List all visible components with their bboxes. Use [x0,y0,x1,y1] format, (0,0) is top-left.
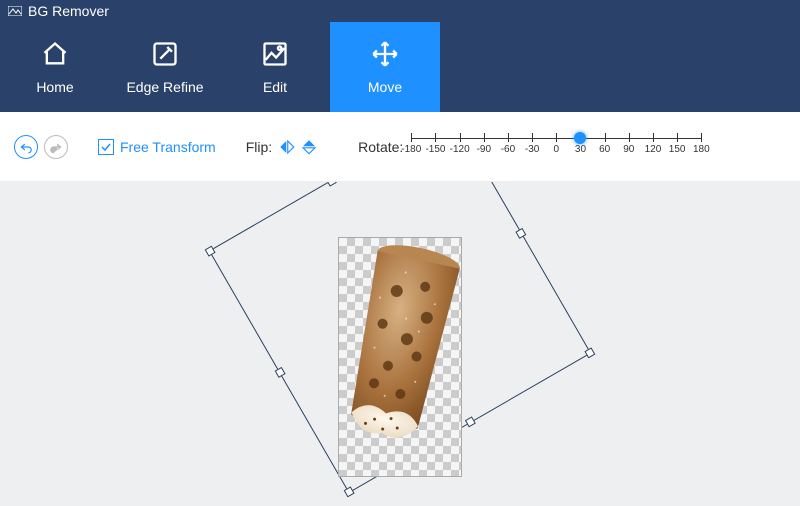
resize-handle-se[interactable] [584,347,595,358]
rotate-tick-label: 120 [645,144,662,155]
rotate-tick-label: -120 [450,144,470,155]
free-transform-checkbox[interactable]: Free Transform [98,139,216,155]
rotate-slider[interactable]: -180-150-120-90-60-300306090120150180 [411,132,701,162]
rotate-tick-label: 180 [693,144,710,155]
resize-handle-s[interactable] [465,416,476,427]
move-icon [370,39,400,69]
free-transform-label: Free Transform [120,139,216,155]
rotate-tick-label: -180 [401,144,421,155]
tab-move[interactable]: Move [330,22,440,112]
rotate-tick-label: 90 [623,144,634,155]
tab-home[interactable]: Home [0,22,110,112]
rotate-tick-label: -150 [425,144,445,155]
flip-label: Flip: [246,139,272,155]
tab-edit[interactable]: Edit [220,22,330,112]
image-frame[interactable] [338,237,462,477]
resize-handle-e[interactable] [515,228,526,239]
app-title: BG Remover [28,3,109,19]
app-logo-icon [8,6,22,16]
canvas[interactable] [0,182,800,506]
resize-handle-sw[interactable] [344,486,355,497]
rotate-tick-label: -60 [501,144,515,155]
title-bar: BG Remover [0,0,800,22]
nav-bar: Home Edge Refine Edit Move [0,22,800,112]
home-icon [40,39,70,69]
tab-label: Edge Refine [126,79,203,95]
tab-label: Move [368,79,402,95]
rotate-tick-label: 150 [669,144,686,155]
move-toolbar: Free Transform Flip: Rotate: -180 -150 -12… [0,112,800,182]
flip-vertical-button[interactable] [300,138,318,156]
resize-handle-n[interactable] [326,182,337,187]
undo-button[interactable] [14,135,38,159]
resize-handle-nw[interactable] [205,246,216,257]
rotate-tick-label: 60 [599,144,610,155]
tab-edge-refine[interactable]: Edge Refine [110,22,220,112]
rotate-tick-label: 30 [575,144,586,155]
edit-icon [260,39,290,69]
rotate-tick-label: 0 [554,144,560,155]
rotate-tick-label: -90 [477,144,491,155]
tab-label: Home [36,79,73,95]
checkbox-icon [98,139,114,155]
edge-refine-icon [150,39,180,69]
foreground-image [339,238,463,478]
rotate-label: Rotate: [358,139,403,155]
tab-label: Edit [263,79,287,95]
rotate-slider-thumb[interactable] [574,132,586,144]
resize-handle-w[interactable] [275,367,286,378]
flip-horizontal-button[interactable] [278,138,296,156]
rotate-tick-label: -30 [525,144,539,155]
redo-button[interactable] [44,135,68,159]
